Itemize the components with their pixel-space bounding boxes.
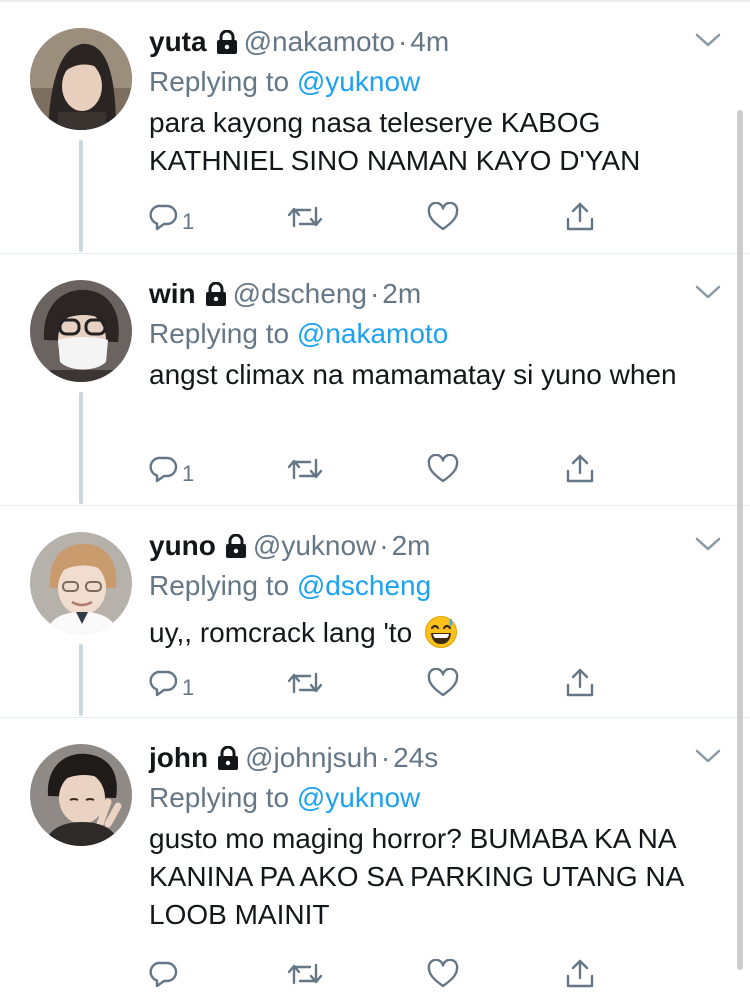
retweet-icon [286,668,324,703]
replying-mention[interactable]: @dscheng [297,570,431,601]
separator: · [369,278,380,309]
tweet-actions: 1 [149,451,619,491]
timestamp[interactable]: 2m [392,530,431,561]
retweet-icon [286,959,324,994]
heart-icon [427,453,459,489]
like-button[interactable] [427,451,459,491]
retweet-button[interactable] [286,199,324,239]
reply-count: 1 [182,675,195,700]
reply-icon [149,202,179,237]
heart-icon [427,201,459,237]
tweet-actions: 1 [149,199,619,239]
share-icon [565,667,595,704]
display-name[interactable]: yuno [149,530,216,561]
timestamp[interactable]: 4m [410,26,449,57]
retweet-icon [286,454,324,489]
retweet-button[interactable] [286,451,324,491]
replying-to: Replying to @nakamoto [149,314,448,354]
reply-button[interactable]: 1 [149,665,194,705]
reply-button[interactable] [149,956,182,996]
tweet-header: yuta @nakamoto · 4m [149,22,449,62]
tweet-divider [0,253,750,254]
like-button[interactable] [427,199,459,239]
separator: · [379,530,389,561]
tweet-actions [149,956,619,996]
grinning-face-with-sweat-icon [424,615,458,659]
replying-mention[interactable]: @yuknow [297,782,420,813]
user-handle[interactable]: @nakamoto [244,26,395,57]
reply-icon [149,959,179,994]
thread-line [79,644,83,716]
reply-button[interactable]: 1 [149,451,194,491]
lock-icon [225,529,247,569]
thread-line [79,140,83,252]
share-icon [565,453,595,490]
chevron-down-icon[interactable] [694,30,722,55]
separator: · [397,26,408,57]
chevron-down-icon[interactable] [694,282,722,307]
like-button[interactable] [427,956,459,996]
chevron-down-icon[interactable] [694,534,722,559]
separator: · [380,742,391,773]
share-icon [565,201,595,238]
user-handle[interactable]: @yuknow [253,530,376,561]
reply-icon [149,668,179,703]
top-divider [0,0,750,2]
retweet-button[interactable] [286,665,324,705]
user-handle[interactable]: @dscheng [233,278,367,309]
heart-icon [427,667,459,703]
display-name[interactable]: yuta [149,26,207,57]
tweet-text-block: uy,, romcrack lang 'to [149,614,719,659]
tweet-divider [0,505,750,506]
tweet-text: uy,, romcrack lang 'to [149,617,413,648]
reply-icon [149,454,179,489]
timestamp[interactable]: 2m [382,278,421,309]
avatar[interactable] [30,744,132,846]
replying-label: Replying to [149,570,290,601]
tweet-header: yuno @yuknow · 2m [149,526,431,566]
tweet-header: win @dscheng · 2m [149,274,421,314]
tweet-text: gusto mo maging horror? BUMABA KA NA KAN… [149,823,683,930]
replying-to: Replying to @yuknow [149,62,420,102]
replying-label: Replying to [149,66,290,97]
lock-icon [216,25,238,65]
replying-to: Replying to @dscheng [149,566,431,606]
avatar[interactable] [30,280,132,382]
avatar[interactable] [30,532,132,634]
replying-to: Replying to @yuknow [149,778,420,818]
display-name[interactable]: john [149,742,208,773]
scrollbar[interactable] [737,110,743,970]
user-handle[interactable]: @johnjsuh [245,742,378,773]
retweet-button[interactable] [286,956,324,996]
tweet-actions: 1 [149,665,619,705]
share-button[interactable] [565,956,595,996]
share-button[interactable] [565,199,595,239]
like-button[interactable] [427,665,459,705]
retweet-icon [286,202,324,237]
display-name[interactable]: win [149,278,196,309]
tweet-header: john @johnjsuh · 24s [149,738,438,778]
share-button[interactable] [565,665,595,705]
reply-count: 1 [182,209,195,234]
timestamp[interactable]: 24s [393,742,438,773]
replying-label: Replying to [149,318,290,349]
replying-mention[interactable]: @yuknow [297,66,420,97]
tweet-text: para kayong nasa teleserye KABOG KATHNIE… [149,107,641,176]
lock-icon [205,277,227,317]
tweet-divider [0,717,750,718]
replying-mention[interactable]: @nakamoto [297,318,448,349]
thread-line [79,392,83,504]
tweet-text: angst climax na mamamatay si yuno when [149,359,677,390]
share-button[interactable] [565,451,595,491]
heart-icon [427,958,459,994]
reply-count: 1 [182,461,195,486]
share-icon [565,958,595,995]
replying-label: Replying to [149,782,290,813]
avatar[interactable] [30,28,132,130]
chevron-down-icon[interactable] [694,746,722,771]
lock-icon [217,741,239,781]
reply-button[interactable]: 1 [149,199,194,239]
